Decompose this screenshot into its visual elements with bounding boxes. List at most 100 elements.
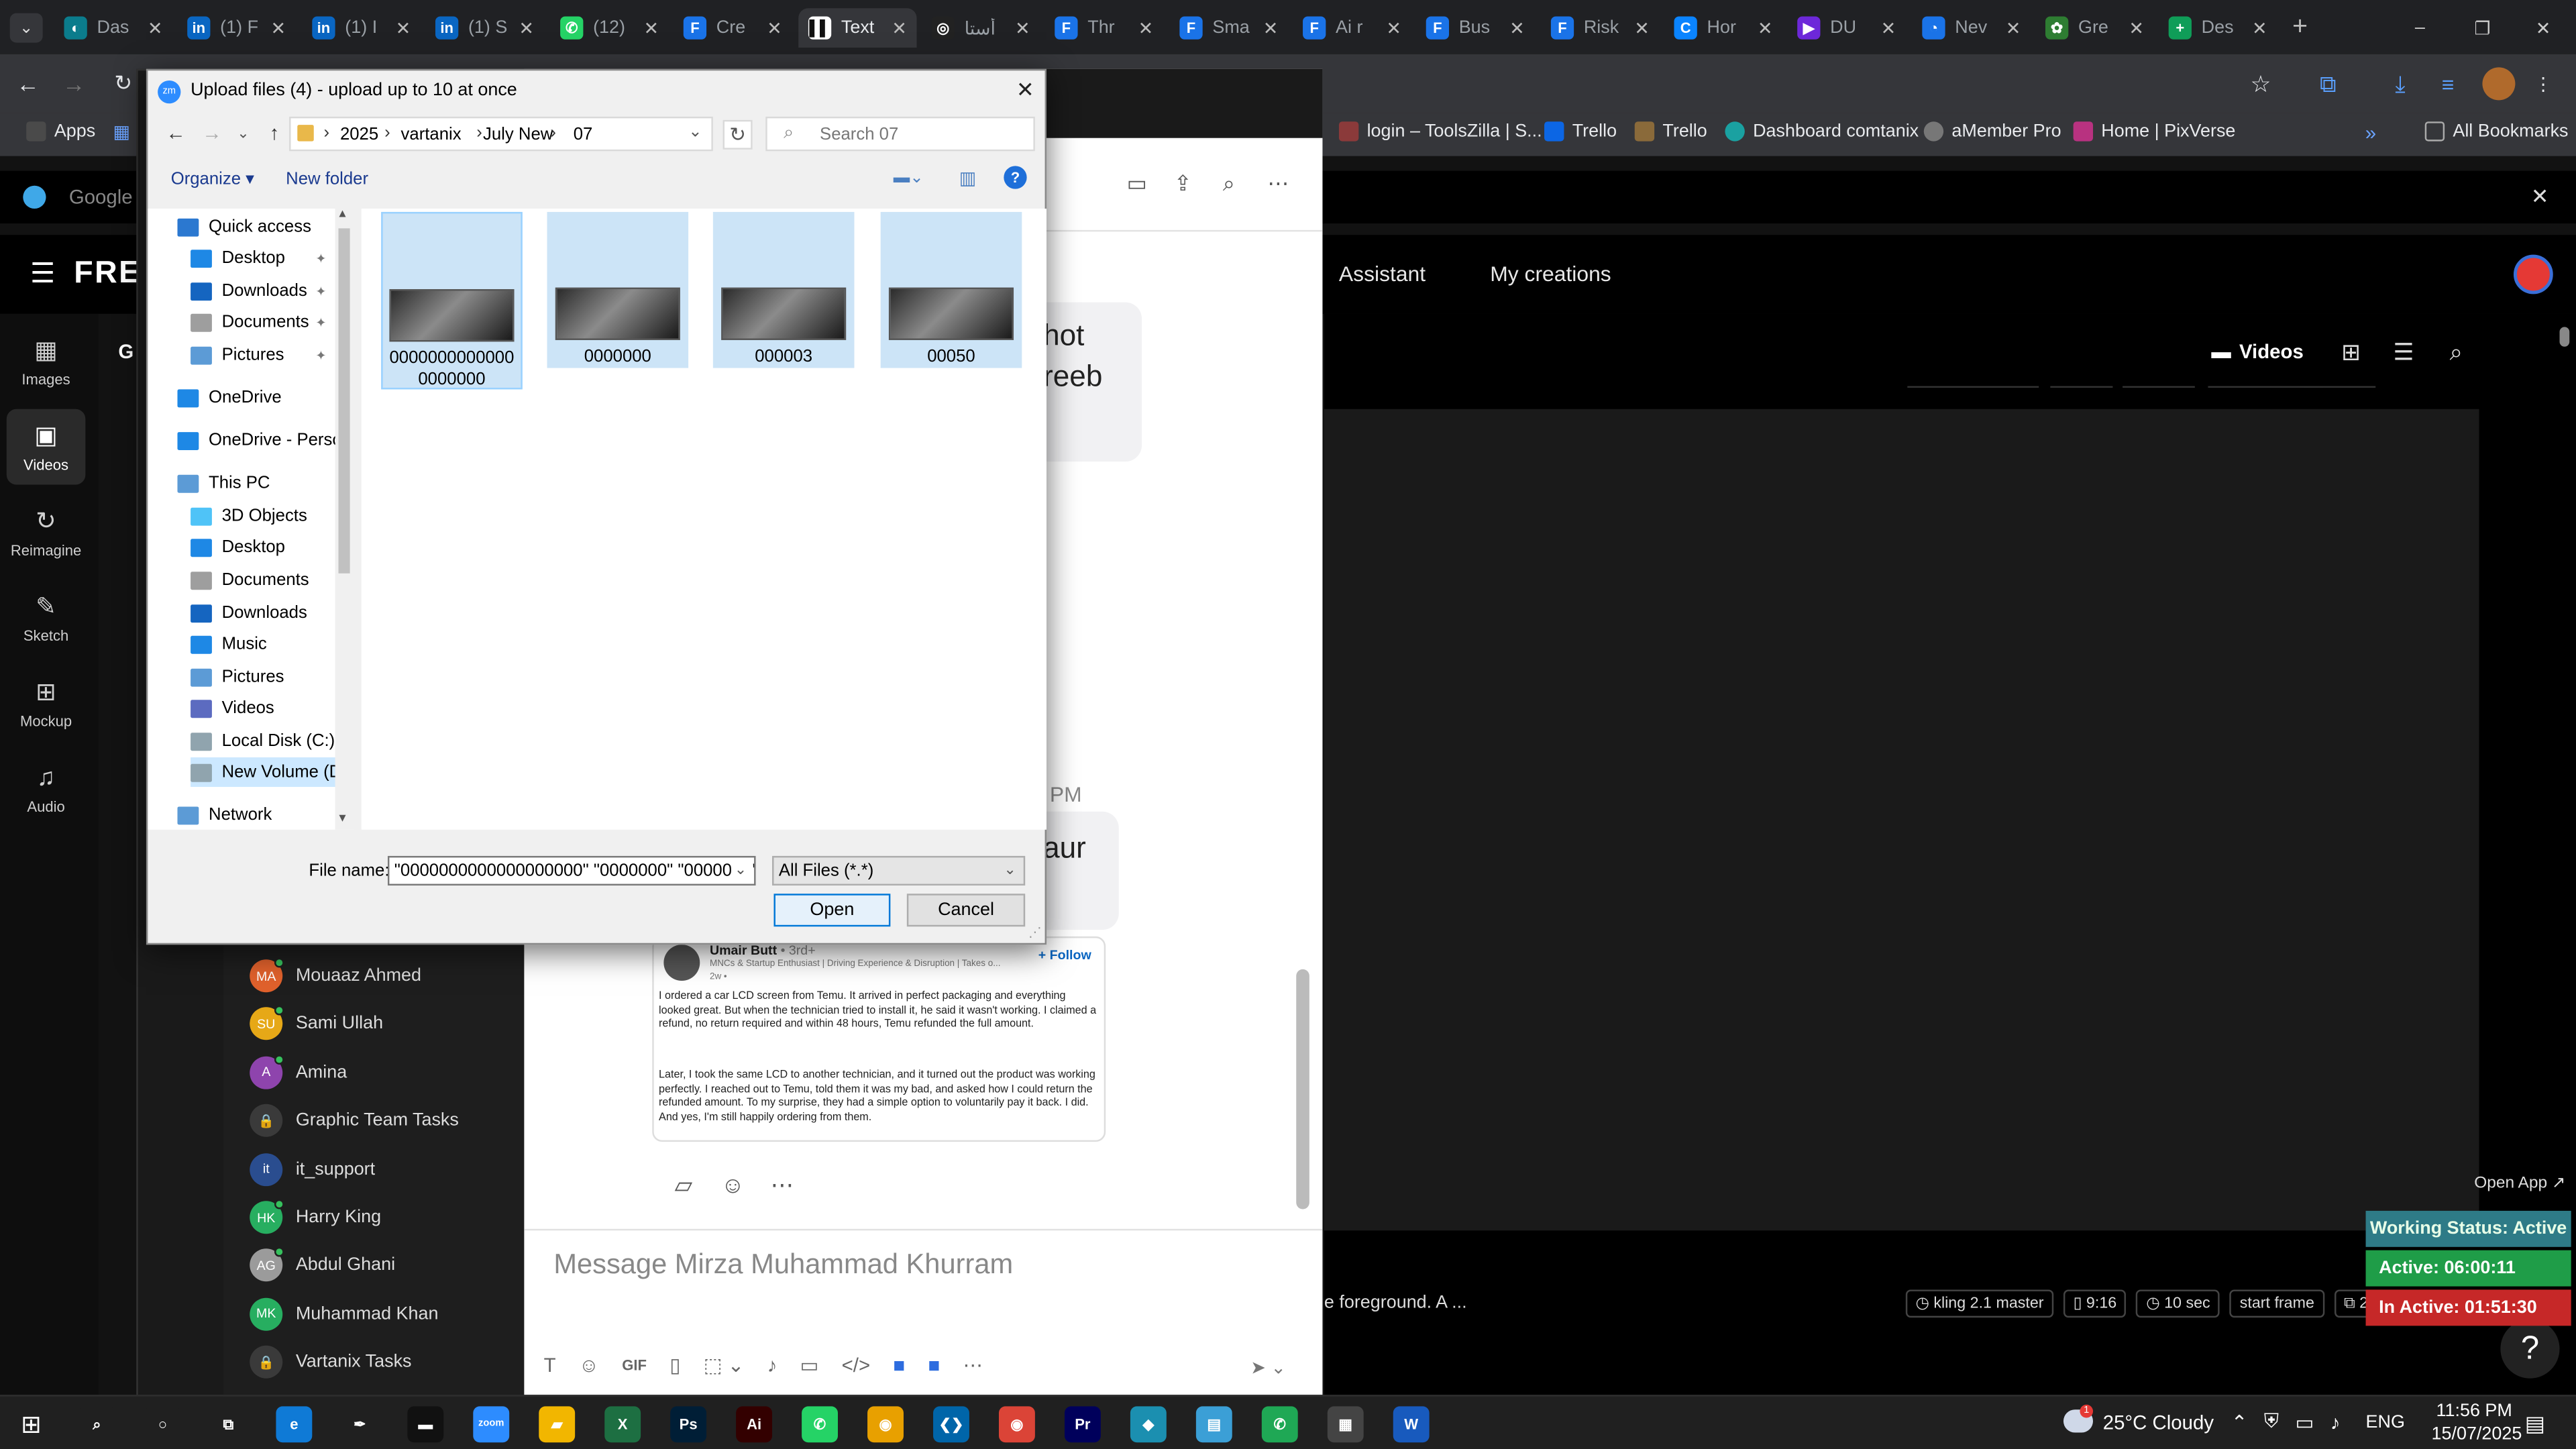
rail-item-mockup[interactable]: ⊞ Mockup (7, 665, 86, 741)
file-thumbnail[interactable]: 0000000 (547, 211, 689, 368)
emoji-icon[interactable]: ☺ (579, 1354, 599, 1377)
view-options-icon[interactable]: ▬⌄ (890, 166, 926, 189)
downloads-icon[interactable]: ⤓ (2383, 69, 2416, 99)
bookmark-trello-1[interactable]: Trello (1544, 121, 1617, 142)
tab-close-icon[interactable]: ✕ (1509, 17, 1525, 38)
contact-item[interactable]: 🔒 Vartanix Tasks (250, 1344, 412, 1381)
file-type-select[interactable]: All Files (*.*) ⌄ (772, 855, 1026, 886)
message-input[interactable]: Message Mirza Muhammad Khurram (553, 1248, 1013, 1281)
taskbar-vscode-icon[interactable]: ❮❯ (933, 1406, 969, 1443)
chip-start-frame[interactable]: start frame (2230, 1289, 2324, 1318)
grid-view-icon[interactable]: ⊞ (2336, 337, 2365, 366)
browser-tab[interactable]: ◎ أستا ✕ (922, 8, 1040, 48)
taskbar-chrome-icon[interactable]: ◉ (867, 1406, 904, 1443)
taskbar-explorer-icon[interactable]: ▰ (539, 1406, 576, 1443)
nav-item[interactable]: Pictures ✦ (191, 340, 327, 370)
search-icon[interactable]: ⌕ (2441, 337, 2471, 366)
user-avatar[interactable] (2513, 254, 2553, 294)
contact-item[interactable]: MK Muhammad Khan (250, 1296, 438, 1332)
app-logo[interactable]: FRE (74, 256, 141, 292)
contact-item[interactable]: HK Harry King (250, 1199, 381, 1236)
browser-tab[interactable]: ✆ (12) ✕ (550, 8, 668, 48)
video-message-icon[interactable]: ▭ (800, 1354, 819, 1377)
minimize-window-icon[interactable]: – (2404, 13, 2436, 43)
crumb-2025[interactable]: 2025 (340, 125, 378, 144)
browser-tab[interactable]: F Bus ✕ (1416, 8, 1534, 48)
tray-shield-icon[interactable]: ⛨ (2264, 1409, 2279, 1434)
message-more-icon[interactable]: ⋯ (767, 1170, 797, 1199)
nav-item[interactable]: Music (191, 629, 267, 659)
preview-pane-icon[interactable]: ▥ (956, 166, 979, 189)
nav-item[interactable]: Downloads (191, 598, 307, 627)
contact-item[interactable]: SU Sami Ullah (250, 1006, 383, 1042)
chat-search-icon[interactable]: ⌕ (1214, 171, 1244, 197)
chip-model[interactable]: ◷ kling 2.1 master (1905, 1289, 2054, 1318)
tab-close-icon[interactable]: ✕ (1634, 17, 1650, 38)
browser-tab[interactable]: in (1) S ✕ (425, 8, 543, 48)
crumb-july-new[interactable]: July New (483, 125, 553, 144)
nav-item[interactable]: Local Disk (C:) (191, 726, 335, 755)
nav-item[interactable]: Network (177, 800, 272, 830)
open-button[interactable]: Open (773, 894, 891, 927)
browser-tab[interactable]: + Des ✕ (2159, 8, 2277, 48)
tab-close-icon[interactable]: ✕ (396, 17, 411, 38)
chip-duration[interactable]: ◷ 10 sec (2136, 1289, 2220, 1318)
browser-tab[interactable]: F Cre ✕ (674, 8, 792, 48)
crumb-07[interactable]: 07 (574, 125, 593, 144)
tab-close-icon[interactable]: ✕ (1386, 17, 1401, 38)
up-folder-icon[interactable]: ↑ (263, 121, 286, 144)
share-screen-icon[interactable]: ⇪ (1168, 171, 1197, 197)
taskbar-task-view-icon[interactable]: ⧉ (210, 1406, 247, 1443)
send-icon[interactable]: ➤ ⌄ (1244, 1354, 1293, 1380)
close-bar-icon[interactable]: ✕ (2527, 184, 2553, 210)
bookmark-trello-2[interactable]: Trello (1634, 121, 1707, 142)
browser-tab[interactable]: ▌▌ Text ✕ (798, 8, 917, 48)
tab-close-icon[interactable]: ✕ (1263, 17, 1279, 38)
organize-menu[interactable]: Organize ▾ (171, 169, 254, 189)
prompt-snippet[interactable]: e foreground. A ... (1324, 1293, 1467, 1312)
tray-network-icon[interactable]: ▭ (2295, 1410, 2314, 1433)
media-icon[interactable]: ≡ (2432, 69, 2465, 99)
chat-scrollbar[interactable] (1296, 969, 1309, 1210)
taskbar-whatsapp-2-icon[interactable]: ✆ (1261, 1406, 1298, 1443)
taskbar-terminal-icon[interactable]: ▬ (407, 1406, 444, 1443)
taskbar-word-icon[interactable]: W (1393, 1406, 1430, 1443)
new-folder-button[interactable]: New folder (286, 169, 368, 189)
rail-item-videos[interactable]: ▣ Videos (6, 409, 86, 485)
taskbar-cortana-icon[interactable]: ○ (144, 1406, 181, 1443)
rail-item-reimagine[interactable]: ↻ Reimagine (7, 494, 86, 570)
close-window-icon[interactable]: ✕ (2527, 13, 2560, 43)
contact-item[interactable]: MA Mouaaz Ahmed (250, 957, 421, 994)
taskbar-premiere-icon[interactable]: Pr (1064, 1406, 1101, 1443)
tab-close-icon[interactable]: ✕ (271, 17, 286, 38)
hamburger-icon[interactable]: ☰ (26, 258, 59, 289)
browser-tab[interactable]: in (1) I ✕ (303, 8, 421, 48)
tab-search-icon[interactable]: ⌄ (9, 13, 43, 43)
help-button[interactable]: ? (2500, 1319, 2560, 1379)
clock[interactable]: 11:56 PM 15/07/2025 (2432, 1401, 2522, 1444)
tray-volume-icon[interactable]: ♪ (2330, 1410, 2341, 1433)
chat-more-icon[interactable]: ⋯ (1263, 171, 1293, 197)
menu-kebab-icon[interactable]: ⋮ (2530, 69, 2556, 99)
nav-scrollbar[interactable]: ▲ ▼ (335, 209, 354, 830)
bookmark-pixverse[interactable]: Home | PixVerse (2073, 121, 2235, 142)
browser-tab[interactable]: in (1) F ✕ (177, 8, 295, 48)
file-icon[interactable]: ▯ (669, 1354, 680, 1377)
new-tab-button[interactable]: + (2284, 13, 2316, 43)
taskbar-edge-icon[interactable]: e (276, 1406, 313, 1443)
tab-close-icon[interactable]: ✕ (1758, 17, 1773, 38)
restore-window-icon[interactable]: ❐ (2466, 13, 2499, 43)
dialog-close-icon[interactable]: ✕ (1012, 77, 1038, 103)
back-icon[interactable]: ← (13, 69, 43, 99)
forward-icon[interactable]: → (59, 69, 89, 99)
notifications-icon[interactable]: ▤ (2520, 1409, 2550, 1439)
tab-close-icon[interactable]: ✕ (519, 17, 534, 38)
nav-item[interactable]: Documents ✦ (191, 307, 327, 337)
dialog-forward-icon[interactable]: → (201, 121, 223, 144)
filter-sliders-icon[interactable]: ☰ (2389, 337, 2418, 366)
browser-tab[interactable]: F Sma ✕ (1170, 8, 1288, 48)
language-indicator[interactable]: ENG (2366, 1413, 2405, 1432)
browser-tab[interactable]: ◐ Das ✕ (54, 8, 172, 48)
open-app-link[interactable]: Open App ↗ (2474, 1175, 2565, 1193)
mic-icon[interactable]: ♪ (767, 1354, 777, 1377)
